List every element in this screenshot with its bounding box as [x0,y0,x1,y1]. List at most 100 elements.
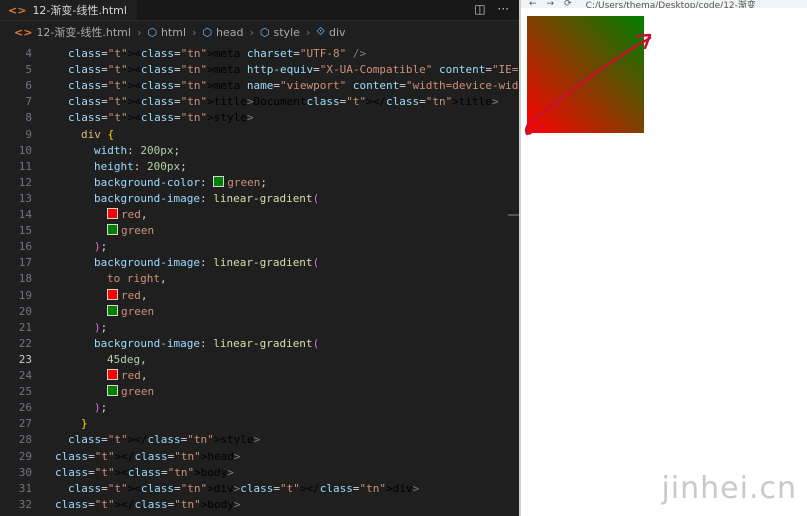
breadcrumb-item[interactable]: style [274,26,300,39]
chevron-right-icon: › [305,25,311,39]
line-number: 32 [18,497,32,511]
reload-icon[interactable]: ⟳ [564,0,572,8]
breadcrumb-item[interactable]: html [161,26,186,39]
code-line[interactable]: 32 class="t"></class="tn">body> [0,497,519,513]
browser-preview: ← → ⟳ C:/Users/thema/Desktop/code/12-渐变 … [519,0,807,516]
code-text: red, [107,207,148,223]
code-text: width: 200px; [94,143,181,157]
code-text: green [107,304,154,320]
scrollbar-marker [508,214,519,216]
code-line[interactable]: 11 height: 200px; [0,159,519,175]
code-line[interactable]: 24 red, [0,368,519,384]
line-number: 29 [18,449,32,463]
line-number: 18 [18,272,32,286]
editor-tab[interactable]: <> 12-渐变-线性.html [0,0,137,20]
line-number: 15 [18,224,32,238]
code-text: class="t"></class="tn">body> [55,497,241,511]
code-line[interactable]: 28 class="t"></class="tn">style> [0,432,519,448]
browser-nav-buttons[interactable]: ← → ⟳ [529,0,572,8]
line-number: 12 [18,175,32,189]
chevron-right-icon: › [249,25,254,39]
line-number: 21 [18,320,32,334]
code-line[interactable]: 10 width: 200px; [0,143,519,159]
code-text: to right, [107,272,167,286]
code-text: ); [94,320,108,334]
code-line[interactable]: 23 45deg, [0,352,519,368]
line-number: 16 [18,240,32,254]
back-icon[interactable]: ← [529,0,537,8]
code-line[interactable]: 5 class="t"><class="tn">meta http-equiv="… [0,62,519,78]
line-number: 23 [18,352,32,366]
code-line[interactable]: 4 class="t"><class="tn">meta charset="UTF… [0,46,519,62]
element-icon: ⬡ [147,25,157,39]
code-line[interactable]: 25 green [0,384,519,400]
tab-label: 12-渐变-线性.html [32,4,127,17]
chevron-right-icon: › [136,25,142,39]
line-number: 5 [25,63,32,77]
code-line[interactable]: 31 class="t"><class="tn">div>class="t"></… [0,481,519,497]
breadcrumb-file[interactable]: 12-渐变-线性.html [36,24,131,40]
line-number: 14 [18,208,32,221]
code-line[interactable]: 16); [0,239,519,255]
code-text: background-color: green; [94,175,267,189]
code-text: class="t"><class="tn">meta name="viewpor… [68,79,519,93]
code-line[interactable]: 19 red, [0,288,519,304]
line-number: 19 [18,288,32,302]
code-text: class="t"></class="tn">style> [68,433,261,447]
forward-icon[interactable]: → [547,0,555,8]
code-text: class="t"><class="tn">meta http-equiv="X… [68,63,519,77]
line-number: 6 [25,79,32,93]
code-text: class="t"><class="tn">div>class="t"></cl… [68,481,420,495]
css-selector-icon: ⟐ [316,25,325,38]
code-line[interactable]: 20 green [0,304,519,320]
line-number: 9 [25,127,32,141]
code-line[interactable]: 29 class="t"></class="tn">head> [0,449,519,465]
code-line[interactable]: 9 div { [0,127,519,143]
code-line[interactable]: 7 class="t"><class="tn">title>Documentcla… [0,94,519,110]
code-line[interactable]: 14 red, [0,207,519,223]
code-text: class="t"><class="tn">meta charset="UTF-… [68,47,367,60]
code-line[interactable]: 30 class="t"><class="tn">body> [0,465,519,481]
breadcrumb: <> 12-渐变-线性.html › ⬡ html › ⬡ head › ⬡ s… [0,23,519,41]
code-line[interactable]: 26); [0,400,519,416]
code-text: div { [81,127,115,141]
breadcrumb-item[interactable]: head [216,26,243,39]
url-text[interactable]: C:/Users/thema/Desktop/code/12-渐变 [586,0,756,9]
code-text: } [81,417,88,431]
code-text: background-image: linear-gradient( [94,336,320,350]
code-line[interactable]: 22 background-image: linear-gradient( [0,336,519,352]
code-line[interactable]: 13 background-image: linear-gradient( [0,191,519,207]
code-line[interactable]: 18 to right, [0,271,519,287]
chevron-right-icon: › [192,25,197,39]
code-editor[interactable]: <> 12-渐变-线性.html ◫ ··· <> 12-渐变-线性.html … [0,0,519,516]
code-line[interactable]: 8 class="t"><class="tn">style> [0,110,519,126]
code-line[interactable]: 27} [0,416,519,432]
code-text: class="t"></class="tn">head> [55,449,241,463]
breadcrumb-item[interactable]: div [329,26,346,39]
gradient-div-preview [527,16,644,133]
code-text: height: 200px; [94,159,187,173]
code-line[interactable]: 12 background-color: green; [0,175,519,191]
code-text: red, [107,368,148,384]
code-text: background-image: linear-gradient( [94,191,320,205]
line-number: 28 [18,433,32,447]
code-line[interactable]: 6 class="t"><class="tn">meta name="viewpo… [0,78,519,94]
code-line[interactable]: 15 green [0,223,519,239]
line-number: 8 [25,111,32,125]
more-icon[interactable]: ··· [498,2,509,16]
code-text: 45deg, [107,352,147,366]
code-text: red, [107,288,148,304]
code-area[interactable]: 4 class="t"><class="tn">meta charset="UTF… [0,46,519,516]
line-number: 30 [18,465,32,479]
editor-tab-bar: <> 12-渐变-线性.html ◫ ··· [0,0,519,21]
code-line[interactable]: 17 background-image: linear-gradient( [0,255,519,271]
browser-address-bar[interactable]: ← → ⟳ C:/Users/thema/Desktop/code/12-渐变 [521,0,807,8]
code-line[interactable]: 21); [0,320,519,336]
watermark-text: jinhei.cn [661,471,797,506]
split-editor-icon[interactable]: ◫ [474,2,485,16]
code-text: class="t"><class="tn">body> [55,465,234,479]
line-number: 20 [18,304,32,318]
code-text: ); [94,240,108,254]
line-number: 10 [18,143,32,157]
line-number: 22 [18,336,32,350]
